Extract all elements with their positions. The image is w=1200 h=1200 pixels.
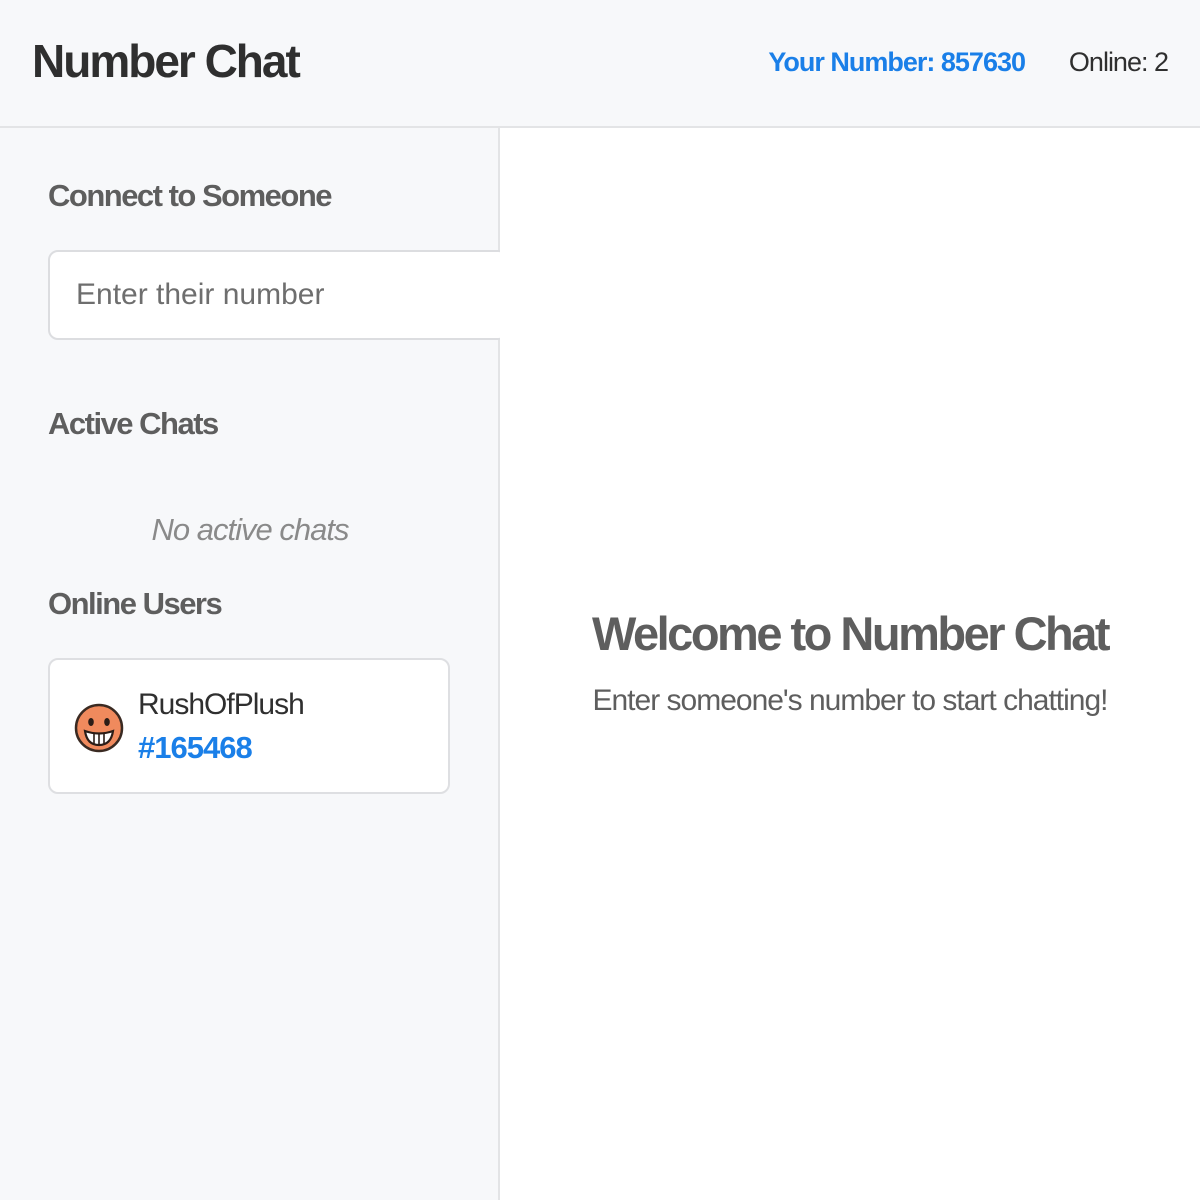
online-user-number: #165468 <box>138 730 253 765</box>
online-users-title: Online Users <box>48 586 223 621</box>
active-chats-title: Active Chats <box>48 406 219 441</box>
chat-main-panel: Welcome to Number Chat Enter someone's n… <box>500 128 1200 1200</box>
app-header: Number Chat Your Number: 857630 Online: … <box>0 0 1200 128</box>
sidebar: Connect to Someone Active Chats No activ… <box>0 128 508 1200</box>
online-user-card[interactable]: RushOfPlush #165468 <box>48 658 450 794</box>
app-title: Number Chat <box>32 35 301 87</box>
smiley-face-avatar-icon <box>74 703 124 753</box>
welcome-title: Welcome to Number Chat <box>591 607 1111 660</box>
your-number-label: Your Number: 857630 <box>768 47 1026 77</box>
number-input[interactable] <box>48 250 508 340</box>
online-user-name: RushOfPlush <box>138 688 305 721</box>
online-count-label: Online: 2 <box>1068 47 1169 77</box>
welcome-subtitle: Enter someone's number to start chatting… <box>592 684 1108 717</box>
connect-section-title: Connect to Someone <box>48 178 333 213</box>
active-chats-empty-message: No active chats <box>151 512 350 547</box>
